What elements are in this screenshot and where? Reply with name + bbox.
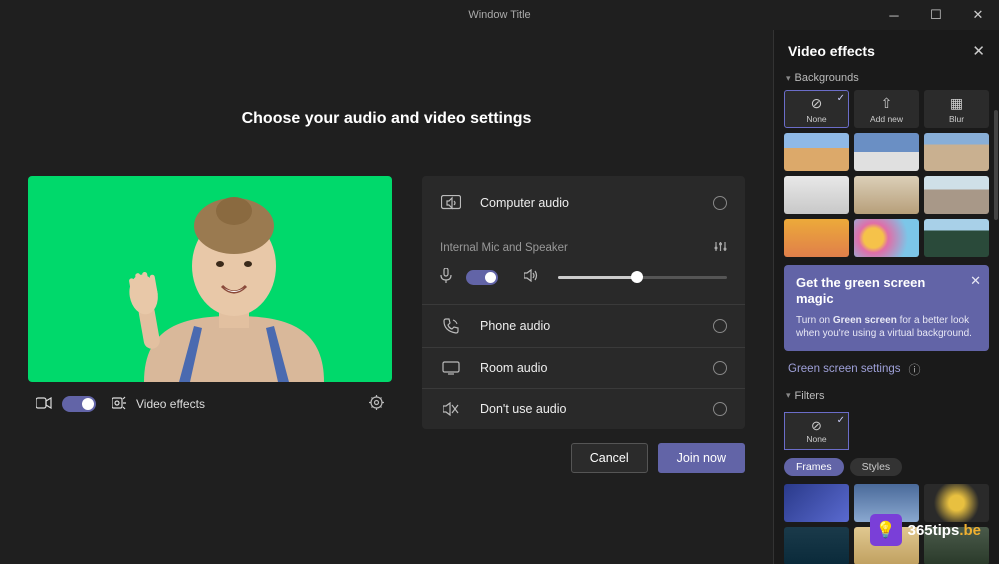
- green-screen-link[interactable]: Green screen settings: [788, 363, 901, 375]
- tab-styles[interactable]: Styles: [850, 458, 903, 476]
- panel-header: Video effects ✕: [784, 40, 989, 70]
- radio-indicator: [713, 319, 727, 333]
- add-icon: ⇧: [881, 95, 893, 112]
- maximize-button[interactable]: ☐: [915, 0, 957, 30]
- settings-icon[interactable]: [369, 395, 384, 413]
- video-preview: [28, 176, 392, 382]
- mic-icon: [440, 268, 452, 286]
- radio-indicator: [713, 196, 727, 210]
- bg-tile[interactable]: [784, 219, 849, 257]
- video-effects-button[interactable]: Video effects: [112, 396, 205, 413]
- info-icon[interactable]: ⓘ: [909, 361, 921, 378]
- radio-indicator: [713, 402, 727, 416]
- check-icon: ✓: [837, 93, 845, 104]
- filter-tabs: Frames Styles: [784, 458, 989, 476]
- panel-close-icon[interactable]: ✕: [972, 42, 985, 60]
- scrollbar-thumb[interactable]: [994, 110, 998, 220]
- section-backgrounds[interactable]: Backgrounds: [784, 70, 989, 90]
- audio-device-row[interactable]: Internal Mic and Speaker: [422, 230, 745, 262]
- bg-tile[interactable]: [784, 133, 849, 171]
- preview-toolbar: Video effects: [28, 386, 392, 422]
- watermark-text: 365tips.be: [908, 522, 981, 539]
- camera-icon: [36, 396, 52, 412]
- section-filters[interactable]: Filters: [784, 388, 989, 408]
- page-heading: Choose your audio and video settings: [28, 110, 745, 128]
- bg-tile-label: Add new: [870, 114, 903, 124]
- content-row: Video effects Computer audio: [28, 176, 745, 473]
- action-row: Cancel Join now: [422, 443, 745, 473]
- join-button[interactable]: Join now: [658, 443, 745, 473]
- audio-device-label: Internal Mic and Speaker: [440, 242, 714, 254]
- close-button[interactable]: ✕: [957, 0, 999, 30]
- audio-option-label: Phone audio: [480, 319, 713, 333]
- audio-controls-row: [422, 262, 745, 304]
- bg-tile[interactable]: [924, 176, 989, 214]
- audio-option-phone[interactable]: Phone audio: [422, 304, 745, 347]
- audio-column: Computer audio Internal Mic and Speaker: [422, 176, 745, 473]
- green-screen-tip: ✕ Get the green screen magic Turn on Gre…: [784, 265, 989, 351]
- none-icon: ⊘: [811, 95, 823, 112]
- audio-option-none[interactable]: Don't use audio: [422, 388, 745, 429]
- window-title: Window Title: [468, 9, 530, 21]
- bg-tile[interactable]: [924, 219, 989, 257]
- volume-slider[interactable]: [558, 276, 727, 279]
- audio-option-computer[interactable]: Computer audio: [422, 176, 745, 230]
- video-effects-label: Video effects: [136, 397, 205, 411]
- tip-close-icon[interactable]: ✕: [970, 273, 981, 289]
- filter-tile-none[interactable]: ✓ ⊘ None: [784, 412, 849, 450]
- effects-icon: [112, 396, 128, 413]
- bg-tile-label: Blur: [949, 114, 964, 124]
- audio-option-room[interactable]: Room audio: [422, 347, 745, 388]
- main-area: Choose your audio and video settings: [0, 30, 773, 564]
- no-audio-icon: [440, 402, 462, 416]
- bg-tile[interactable]: [854, 133, 919, 171]
- audio-card: Computer audio Internal Mic and Speaker: [422, 176, 745, 429]
- bg-tile[interactable]: [854, 219, 919, 257]
- radio-indicator: [713, 361, 727, 375]
- app-body: Choose your audio and video settings: [0, 30, 999, 564]
- speaker-icon: [524, 269, 538, 285]
- person-silhouette: [84, 176, 384, 382]
- audio-option-label: Room audio: [480, 361, 713, 375]
- phone-icon: [440, 318, 462, 334]
- minimize-button[interactable]: ─: [873, 0, 915, 30]
- bg-tile-label: None: [806, 114, 826, 124]
- video-effects-panel: Video effects ✕ Backgrounds ✓ ⊘ None ⇧ A…: [773, 30, 999, 564]
- frame-tile[interactable]: [784, 527, 849, 564]
- bg-tile[interactable]: [924, 133, 989, 171]
- window-controls: ─ ☐ ✕: [873, 0, 999, 30]
- filter-tile-label: None: [806, 434, 826, 444]
- preview-column: Video effects: [28, 176, 392, 473]
- mic-toggle[interactable]: [466, 270, 498, 285]
- watermark-logo: 💡: [870, 514, 902, 546]
- frame-tile[interactable]: [784, 484, 849, 522]
- check-icon: ✓: [837, 415, 845, 426]
- none-icon: ⊘: [811, 418, 822, 434]
- filters-grid: ✓ ⊘ None: [784, 412, 989, 450]
- audio-option-label: Computer audio: [480, 196, 713, 210]
- blur-icon: ▦: [950, 95, 963, 112]
- bg-tile[interactable]: [854, 176, 919, 214]
- titlebar: Window Title ─ ☐ ✕: [0, 0, 999, 30]
- pc-audio-icon: [440, 195, 462, 211]
- green-screen-link-row: Green screen settings ⓘ: [788, 361, 985, 378]
- tab-frames[interactable]: Frames: [784, 458, 844, 476]
- bg-tile-blur[interactable]: ▦ Blur: [924, 90, 989, 128]
- adjust-icon: [714, 240, 727, 256]
- bg-tile-none[interactable]: ✓ ⊘ None: [784, 90, 849, 128]
- watermark: 💡 365tips.be: [870, 514, 981, 546]
- audio-option-label: Don't use audio: [480, 402, 713, 416]
- backgrounds-grid: ✓ ⊘ None ⇧ Add new ▦ Blur: [784, 90, 989, 257]
- bg-tile-add[interactable]: ⇧ Add new: [854, 90, 919, 128]
- bg-tile[interactable]: [784, 176, 849, 214]
- tip-body: Turn on Green screen for a better look w…: [796, 314, 977, 341]
- camera-toggle[interactable]: [62, 396, 96, 412]
- cancel-button[interactable]: Cancel: [571, 443, 648, 473]
- tip-title: Get the green screen magic: [796, 275, 977, 308]
- room-icon: [440, 361, 462, 375]
- panel-title: Video effects: [788, 43, 972, 59]
